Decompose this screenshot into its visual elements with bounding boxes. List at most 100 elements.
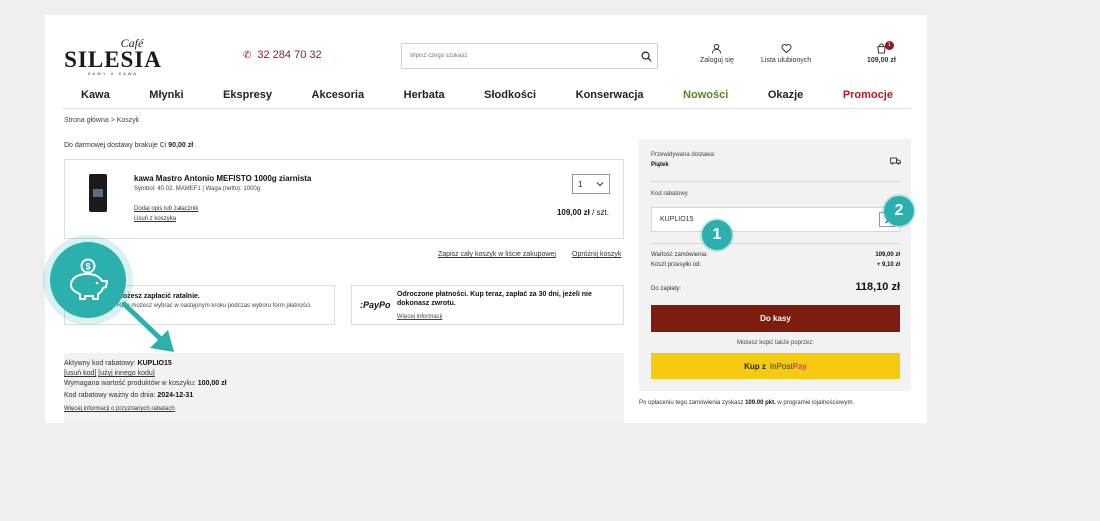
coupon-min-value: Wymagana wartość produktów w koszyku: 10… [64,379,227,388]
free-shipping-suffix: . [195,142,198,149]
product-image[interactable] [89,174,107,212]
active-coupon-line: Aktywny kod rabatowy: KUPLIO15 [64,359,172,368]
search-input[interactable] [402,53,635,59]
nav-item-herbata[interactable]: Herbata [404,89,445,101]
cart-button[interactable]: 1 109,00 zł [867,41,896,64]
remove-item-link[interactable]: Usuń z koszyka [134,216,176,222]
order-value-row: Wartość zamówienia: 109,00 zł [651,252,900,258]
nav-item-slodkosci[interactable]: Słodkości [484,89,536,101]
wishlist-button[interactable]: Lista ulubionych [761,43,811,64]
free-shipping-amount: 90,00 zł [168,142,194,149]
delivery-day: Piątek [651,162,669,168]
shipping-row: Koszt przesyłki od: + 9,10 zł [651,262,900,268]
nav-item-kawa[interactable]: Kawa [81,89,110,101]
coupon-min-value-amount: 100,00 zł [197,380,227,387]
total-row: Do zapłaty: 118,10 zł [651,281,900,293]
free-shipping-text: Do darmowej dostawy brakuje Ci [64,142,167,149]
paypo-title: Odroczone płatności. Kup teraz, zapłać z… [397,291,592,307]
order-value-label: Wartość zamówienia: [651,252,708,258]
total-value: 118,10 zł [855,281,900,293]
user-icon [712,43,722,54]
item-price: 109,00 zł / szt. [557,208,609,217]
coupon-validity: Kod rabatowy ważny do dnia: 2024-12-31 [64,391,193,400]
coupon-valid-date: 2024-12-31 [157,392,194,399]
nav-item-promocje[interactable]: Promocje [843,89,893,101]
arrow-pointer [121,301,174,352]
save-cart-link[interactable]: Zapisz cały koszyk w liście zakupowej [438,251,556,258]
active-coupon-label: Aktywny kod rabatowy: [64,360,136,367]
wishlist-label: Lista ulubionych [761,57,812,64]
phone-number: 32 284 70 32 [257,49,322,61]
order-summary: Przewidywana dostawa: Piątek Kod rabatow… [639,139,911,391]
add-note-link[interactable]: Dodaj opis lub załącznik [134,206,198,212]
logo[interactable]: Café SILESIA KAWY ∨ KAWA [63,37,163,77]
remove-coupon-link[interactable]: [usuń kod] [64,370,96,377]
breadcrumb[interactable]: Strona główna > Koszyk [64,117,139,124]
nav-item-ekspresy[interactable]: Ekspresy [223,89,272,101]
paypo-logo: :PayPo [360,300,391,310]
order-value: 109,00 zł [875,252,900,258]
active-coupon-box: Aktywny kod rabatowy: KUPLIO15 [usuń kod… [64,353,624,423]
nav-item-nowosci[interactable]: Nowości [683,89,728,101]
login-label: Zaloguj się [700,57,734,64]
cart-item: kawa Mastro Antonio MEFISTO 1000g ziarni… [64,159,624,239]
piggy-bank-badge: $ [50,242,126,318]
loyalty-suffix: w programie lojalnościowym. [777,400,855,406]
summary-divider [651,243,900,244]
free-shipping-info: Do darmowej dostawy brakuje Ci 90,00 zł … [64,142,197,149]
coupon-actions: [usuń kod] [użyj innego kodu] [64,369,155,378]
product-meta: Symbol: 40.02. MAMEF1 | Waga (netto): 10… [134,186,261,192]
nav-item-konserwacja[interactable]: Konserwacja [576,89,644,101]
coupon-more-link[interactable]: Więcej informacji o przyznanych rabatach [64,405,175,414]
coupon-min-value-label: Wymagana wartość produktów w koszyku: [64,380,196,387]
paypo-more-link[interactable]: Więcej informacji [397,313,442,321]
login-button[interactable]: Zaloguj się [700,43,734,64]
piggy-bank-icon: $ [70,258,108,300]
nav-item-okazje[interactable]: Okazje [768,89,803,101]
quantity-value: 1 [578,179,583,189]
logo-name: SILESIA [64,47,162,72]
truck-icon [890,157,901,165]
shop-page: Café SILESIA KAWY ∨ KAWA ✆ 32 284 70 32 … [45,15,927,423]
paypo-box: :PayPo Odroczone płatności. Kup teraz, z… [351,285,624,325]
total-label: Do zapłaty: [651,286,682,292]
inpost-brand-name: InPost [769,361,793,371]
main-nav: Kawa Młynki Ekspresy Akcesoria Herbata Słodko… [63,85,911,109]
delivery-label: Przewidywana dostawa: [651,152,716,158]
heart-icon [781,44,792,54]
chevron-down-icon [596,182,604,187]
inpost-prefix: Kup z [744,361,766,371]
inpost-brand-pay: Pay [792,361,807,371]
phone-icon: ✆ [243,49,252,61]
item-price-unit: / szt. [592,208,609,217]
loyalty-points: 109.00 pkt. [745,400,776,406]
step-marker-1: 1 [702,220,732,250]
item-price-value: 109,00 zł [556,208,590,217]
coupon-valid-label: Kod rabatowy ważny do dnia: [64,392,156,399]
alt-payment-label: Możesz kupić także poprzez: [736,340,815,346]
product-name[interactable]: kawa Mastro Antonio MEFISTO 1000g ziarni… [134,174,311,183]
nav-item-akcesoria[interactable]: Akcesoria [312,89,365,101]
summary-divider [651,181,900,182]
active-coupon-code: KUPLIO15 [137,360,172,367]
empty-cart-link[interactable]: Opróżnij koszyk [572,251,621,258]
cart-count-badge: 1 [884,41,894,50]
step-marker-2: 2 [884,196,914,226]
search-bar [401,43,658,69]
search-icon[interactable] [635,45,657,67]
nav-item-mlynki[interactable]: Młynki [149,89,183,101]
shipping-value: + 9,10 zł [876,262,900,268]
other-coupon-link[interactable]: [użyj innego kodu] [98,370,154,377]
loyalty-info: Po opłaceniu tego zamówienia zyskasz 109… [639,400,854,406]
inpost-pay-button[interactable]: Kup z InPostPay [651,353,900,379]
phone-contact[interactable]: ✆ 32 284 70 32 [243,49,322,61]
coupon-label: Kod rabatowy [651,191,688,197]
coupon-input-value: KUPLIO15 [660,216,694,223]
checkout-button[interactable]: Do kasy [651,305,900,332]
cart-total: 109,00 zł [867,57,896,64]
loyalty-prefix: Po opłaceniu tego zamówienia zyskasz [639,400,744,406]
svg-text:$: $ [85,262,90,272]
coupon-input[interactable]: KUPLIO15 [651,207,900,232]
inpost-brand: InPostPay [770,362,807,371]
quantity-select[interactable]: 1 [572,174,610,194]
